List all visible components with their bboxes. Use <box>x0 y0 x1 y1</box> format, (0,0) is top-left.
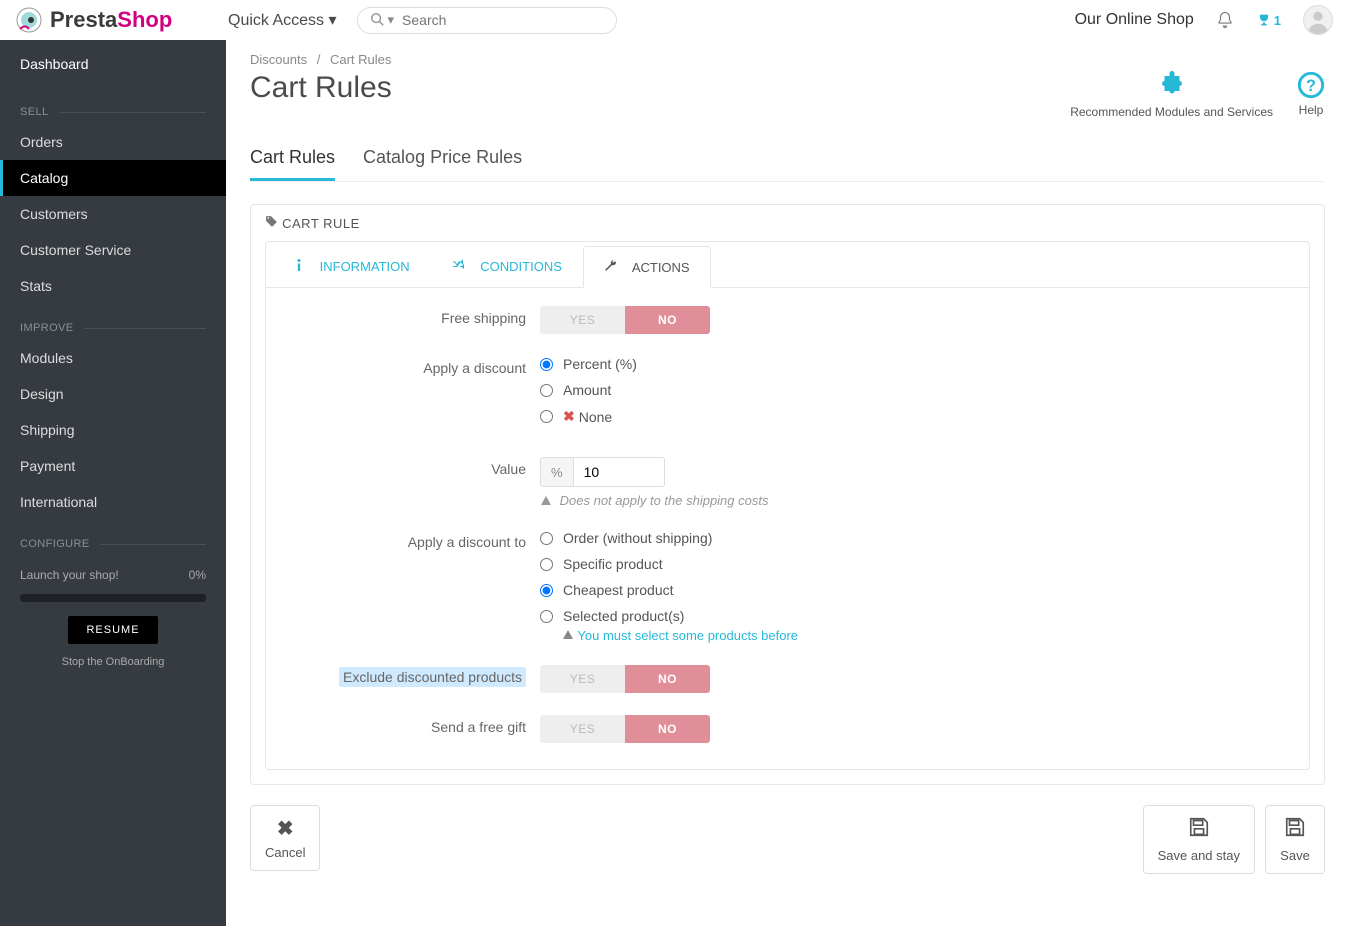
main-content: Discounts / Cart Rules Cart Rules Recomm… <box>226 40 1349 926</box>
sidebar-item-design[interactable]: Design <box>0 376 226 412</box>
radio-to-cheapest[interactable]: Cheapest product <box>540 582 1295 598</box>
tab-cart-rules[interactable]: Cart Rules <box>250 137 335 181</box>
tab-catalog-price-rules[interactable]: Catalog Price Rules <box>363 137 522 181</box>
sidebar-item-payment[interactable]: Payment <box>0 448 226 484</box>
svg-text:?: ? <box>1306 77 1316 95</box>
user-avatar[interactable] <box>1303 5 1333 35</box>
save-icon <box>1280 816 1310 844</box>
radio-amount[interactable]: Amount <box>540 382 1295 398</box>
radio-percent[interactable]: Percent (%) <box>540 356 1295 372</box>
logo[interactable]: PrestaShop <box>16 7 228 33</box>
inner-tab-actions[interactable]: ACTIONS <box>583 246 711 288</box>
toggle-no[interactable]: NO <box>625 665 710 693</box>
form-footer: ✖ Cancel Save and stay Save <box>250 805 1325 874</box>
quick-access-dropdown[interactable]: Quick Access ▾ <box>228 10 337 30</box>
trophy-badge[interactable]: 1 <box>1256 12 1281 28</box>
breadcrumb-current: Cart Rules <box>330 52 391 67</box>
help-button[interactable]: ? Help <box>1297 71 1325 119</box>
cancel-button[interactable]: ✖ Cancel <box>250 805 320 871</box>
wrench-icon <box>604 260 623 275</box>
inner-tab-information[interactable]: INFORMATION <box>274 246 431 287</box>
inner-tab-conditions[interactable]: CONDITIONS <box>431 246 583 287</box>
value-unit: % <box>541 458 574 486</box>
toggle-yes[interactable]: YES <box>540 665 625 693</box>
shop-name-link[interactable]: Our Online Shop <box>1075 11 1194 29</box>
search-box[interactable]: ▾ <box>357 7 617 34</box>
resume-button[interactable]: RESUME <box>68 616 157 644</box>
label-free-shipping: Free shipping <box>280 306 540 326</box>
label-exclude-discounted: Exclude discounted products <box>280 665 540 685</box>
sidebar-item-modules[interactable]: Modules <box>0 340 226 376</box>
subtabs: Cart Rules Catalog Price Rules <box>250 137 1325 182</box>
value-help: Does not apply to the shipping costs <box>540 493 1295 508</box>
sidebar-item-international[interactable]: International <box>0 484 226 520</box>
sidebar-item-stats[interactable]: Stats <box>0 268 226 304</box>
recommended-modules-button[interactable]: Recommended Modules and Services <box>1070 71 1273 119</box>
sidebar-section-improve: IMPROVE <box>0 304 226 340</box>
help-icon: ? <box>1297 71 1325 99</box>
toggle-free-shipping[interactable]: YES NO <box>540 306 710 334</box>
label-apply-discount: Apply a discount <box>280 356 540 376</box>
sidebar-item-catalog[interactable]: Catalog <box>0 160 226 196</box>
stop-onboarding-link[interactable]: Stop the OnBoarding <box>0 656 226 682</box>
save-and-stay-button[interactable]: Save and stay <box>1143 805 1255 874</box>
sidebar-item-shipping[interactable]: Shipping <box>0 412 226 448</box>
puzzle-icon <box>1155 71 1189 101</box>
sidebar-section-configure: CONFIGURE <box>0 520 226 556</box>
sidebar-item-dashboard[interactable]: Dashboard <box>0 40 226 88</box>
sidebar-section-sell: SELL <box>0 88 226 124</box>
save-icon <box>1158 816 1240 844</box>
close-icon: ✖ <box>265 816 305 841</box>
label-apply-discount-to: Apply a discount to <box>280 530 540 550</box>
save-button[interactable]: Save <box>1265 805 1325 874</box>
page-title: Cart Rules <box>250 71 1070 105</box>
inner-tabs: INFORMATION CONDITIONS ACTIONS <box>266 242 1309 288</box>
toggle-no[interactable]: NO <box>625 306 710 334</box>
panel-heading: CART RULE <box>251 205 1324 241</box>
x-icon: ✖ <box>563 408 575 425</box>
sidebar-item-customers[interactable]: Customers <box>0 196 226 232</box>
launch-your-shop: Launch your shop!0% <box>0 556 226 594</box>
sidebar-item-customer-service[interactable]: Customer Service <box>0 232 226 268</box>
label-value: Value <box>280 457 540 477</box>
value-input[interactable] <box>574 458 664 486</box>
info-icon <box>294 259 310 274</box>
search-icon <box>370 12 384 29</box>
tag-icon <box>265 216 278 231</box>
radio-to-order[interactable]: Order (without shipping) <box>540 530 1295 546</box>
toggle-yes[interactable]: YES <box>540 715 625 743</box>
radio-to-specific[interactable]: Specific product <box>540 556 1295 572</box>
prestashop-logo-icon <box>16 7 42 33</box>
sidebar-item-orders[interactable]: Orders <box>0 124 226 160</box>
radio-to-selected[interactable]: Selected product(s) <box>540 608 1295 624</box>
onboarding-progress <box>20 594 206 602</box>
breadcrumb: Discounts / Cart Rules <box>250 52 1325 67</box>
warning-icon <box>540 495 552 507</box>
toggle-free-gift[interactable]: YES NO <box>540 715 710 743</box>
toggle-yes[interactable]: YES <box>540 306 625 334</box>
caret-down-icon: ▾ <box>328 12 336 29</box>
caret-down-icon: ▾ <box>388 12 395 28</box>
topbar: PrestaShop Quick Access ▾ ▾ Our Online S… <box>0 0 1349 40</box>
trophy-icon <box>1256 12 1272 28</box>
cart-rule-panel: CART RULE INFORMATION CONDITIONS ACTIONS <box>250 204 1325 785</box>
search-input[interactable] <box>402 12 583 28</box>
warning-icon <box>562 629 574 641</box>
breadcrumb-parent[interactable]: Discounts <box>250 52 307 67</box>
notifications-icon[interactable] <box>1216 11 1234 29</box>
toggle-no[interactable]: NO <box>625 715 710 743</box>
label-free-gift: Send a free gift <box>280 715 540 735</box>
selected-products-warning[interactable]: You must select some products before <box>562 628 1295 643</box>
sidebar: Dashboard SELL Orders Catalog Customers … <box>0 40 226 926</box>
toggle-exclude-discounted[interactable]: YES NO <box>540 665 710 693</box>
shuffle-icon <box>451 259 471 274</box>
radio-none[interactable]: ✖None <box>540 408 1295 425</box>
